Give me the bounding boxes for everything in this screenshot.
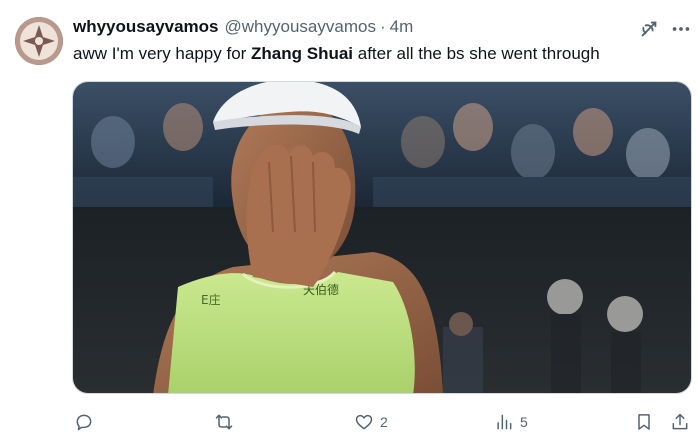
share-button[interactable] (670, 408, 690, 436)
reply-button[interactable] (74, 408, 100, 436)
heart-icon (355, 414, 373, 430)
post-text-part: after all the bs she went through (353, 44, 600, 63)
share-icon (672, 413, 688, 430)
post-media-image[interactable]: E庄 天伯德 (72, 81, 692, 394)
like-button[interactable]: 2 (354, 408, 388, 436)
like-count: 2 (380, 414, 388, 430)
more-icon (672, 27, 690, 31)
display-name[interactable]: whyyousayvamos (73, 17, 219, 37)
bookmark-icon (638, 414, 650, 430)
repost-icon (215, 414, 233, 430)
post-header: whyyousayvamos @whyyousayvamos · 4m (73, 17, 413, 39)
mention-name: Zhang Shuai (251, 44, 354, 63)
post-text: aww I'm very happy for Zhang Shuai after… (73, 44, 600, 64)
post-text-part: aww I'm very happy for (73, 44, 252, 63)
separator-dot: · (379, 17, 386, 36)
grok-icon (641, 21, 657, 37)
reply-icon (76, 414, 92, 431)
avatar[interactable] (15, 17, 63, 65)
jersey-text-left: E庄 (201, 292, 221, 307)
user-handle[interactable]: @whyyousayvamos (225, 17, 376, 37)
bookmark-button[interactable] (634, 408, 654, 436)
more-button[interactable] (668, 16, 694, 42)
repost-button[interactable] (214, 408, 240, 436)
views-button[interactable]: 5 (494, 408, 528, 436)
grok-button[interactable] (636, 16, 662, 42)
views-icon (497, 414, 512, 430)
views-count: 5 (520, 414, 528, 430)
action-bar: 2 5 (72, 408, 696, 436)
post-timestamp[interactable]: 4m (390, 17, 414, 37)
